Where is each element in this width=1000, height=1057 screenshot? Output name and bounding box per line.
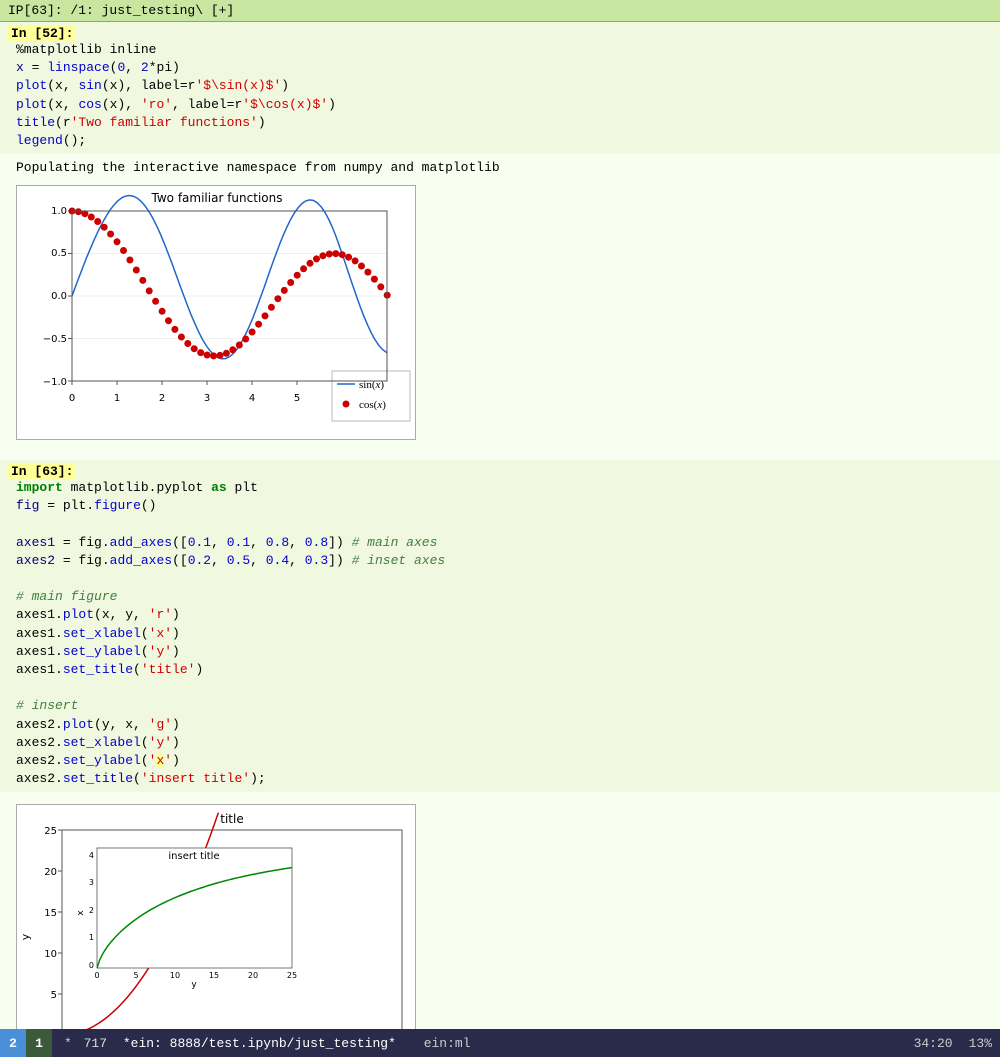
svg-text:20: 20: [44, 867, 57, 878]
x-tick-label: 1: [114, 393, 120, 404]
legend-cos-label: cos(x): [359, 399, 386, 411]
cell-52-output: Populating the interactive namespace fro…: [0, 154, 1000, 460]
x-tick-label: 4: [249, 393, 255, 404]
status-filename: *ein: 8888/test.ipynb/just_testing*: [123, 1036, 396, 1051]
title-insert-chart: title 0 5 10 15 20 25 0 1: [16, 804, 416, 1049]
c63-blank1: [16, 516, 992, 534]
x-tick-label: 5: [294, 393, 300, 404]
c63-line-3: axes1 = fig.add_axes([0.1, 0.1, 0.8, 0.8…: [16, 534, 992, 552]
chart2-y-label: y: [19, 934, 32, 941]
code-line-4: plot(x, cos(x), 'ro', label=r'$\cos(x)$'…: [16, 96, 992, 114]
c63-line-9: axes1.set_title('title'): [16, 661, 992, 679]
c63-line-5: # main figure: [16, 588, 992, 606]
c63-line-6: axes1.plot(x, y, 'r'): [16, 606, 992, 624]
svg-text:0: 0: [89, 961, 94, 970]
c63-line-14: axes2.set_title('insert title');: [16, 770, 992, 788]
code-line-3: plot(x, sin(x), label=r'$\sin(x)$'): [16, 77, 992, 95]
title-text: IP[63]: /1: just_testing\ [+]: [8, 3, 234, 18]
c63-blank2: [16, 570, 992, 588]
y-tick-label: −0.5: [43, 334, 67, 345]
svg-text:15: 15: [209, 971, 219, 980]
svg-text:10: 10: [44, 949, 57, 960]
c63-line-4: axes2 = fig.add_axes([0.2, 0.5, 0.4, 0.3…: [16, 552, 992, 570]
inset-y-label: x: [76, 910, 86, 916]
y-tick-label: 0.5: [51, 248, 67, 259]
svg-text:0: 0: [94, 971, 99, 980]
status-num-1[interactable]: 1: [26, 1029, 52, 1057]
status-linecount: 717: [84, 1036, 107, 1051]
cell-52-prompt: In [52]:: [8, 25, 76, 42]
status-num-2[interactable]: 2: [0, 1029, 26, 1057]
notebook: In [52]: %matplotlib inline x = linspace…: [0, 22, 1000, 1049]
code-line-1: %matplotlib inline: [16, 41, 992, 59]
svg-text:15: 15: [44, 908, 57, 919]
x-tick-label: 0: [69, 393, 75, 404]
c63-line-12: axes2.set_xlabel('y'): [16, 734, 992, 752]
chart2-main-title: title: [220, 812, 243, 826]
status-right: 34:20 13%: [914, 1036, 1000, 1051]
svg-text:1: 1: [89, 933, 94, 942]
x-tick-label: 3: [204, 393, 210, 404]
c63-blank3: [16, 679, 992, 697]
namespace-output: Populating the interactive namespace fro…: [8, 158, 992, 177]
cell-63-input: In [63]: import matplotlib.pyplot as plt…: [0, 460, 1000, 792]
svg-text:4: 4: [89, 851, 94, 860]
status-cell-numbers: 2 1: [0, 1029, 52, 1057]
svg-text:25: 25: [287, 971, 297, 980]
chart2-container: title 0 5 10 15 20 25 0 1: [16, 804, 416, 1049]
chart1-container: Two familiar functions −1.0 −0.5 0.0 0.5…: [16, 185, 416, 440]
status-star: *: [64, 1036, 72, 1051]
cell-63-output: title 0 5 10 15 20 25 0 1: [0, 792, 1000, 1049]
c63-line-13: axes2.set_ylabel('x'): [16, 752, 992, 770]
c63-line-1: import matplotlib.pyplot as plt: [16, 479, 992, 497]
chart1-title: Two familiar functions: [151, 191, 283, 205]
y-tick-label: 0.0: [51, 291, 67, 302]
svg-text:5: 5: [133, 971, 138, 980]
c63-line-8: axes1.set_ylabel('y'): [16, 643, 992, 661]
status-bar: 2 1 * 717 *ein: 8888/test.ipynb/just_tes…: [0, 1029, 1000, 1057]
svg-text:20: 20: [248, 971, 258, 980]
c63-line-11: axes2.plot(y, x, 'g'): [16, 716, 992, 734]
y-tick-label: −1.0: [43, 377, 67, 388]
status-filename-area: * 717 *ein: 8888/test.ipynb/just_testing…: [52, 1036, 914, 1051]
chart2-inset-title: insert title: [168, 851, 219, 862]
title-bar: IP[63]: /1: just_testing\ [+]: [0, 0, 1000, 22]
c63-line-2: fig = plt.figure(): [16, 497, 992, 515]
cell-63-prompt: In [63]:: [8, 463, 76, 480]
svg-text:5: 5: [51, 990, 57, 1001]
code-line-6: legend();: [16, 132, 992, 150]
cell-52-input: In [52]: %matplotlib inline x = linspace…: [0, 22, 1000, 154]
code-line-5: title(r'Two familiar functions'): [16, 114, 992, 132]
svg-text:10: 10: [170, 971, 180, 980]
x-tick-label: 2: [159, 393, 165, 404]
inset-x-label: y: [191, 980, 197, 990]
c63-line-10: # insert: [16, 697, 992, 715]
svg-text:3: 3: [89, 878, 94, 887]
code-line-2: x = linspace(0, 2*pi): [16, 59, 992, 77]
status-position: 34:20: [914, 1036, 953, 1051]
sin-cos-chart: Two familiar functions −1.0 −0.5 0.0 0.5…: [16, 185, 416, 440]
svg-text:25: 25: [44, 826, 57, 837]
svg-text:2: 2: [89, 906, 94, 915]
y-tick-label: 1.0: [51, 206, 67, 217]
status-mode: ein:ml: [424, 1036, 471, 1051]
c63-line-7: axes1.set_xlabel('x'): [16, 625, 992, 643]
status-percent: 13%: [969, 1036, 992, 1051]
